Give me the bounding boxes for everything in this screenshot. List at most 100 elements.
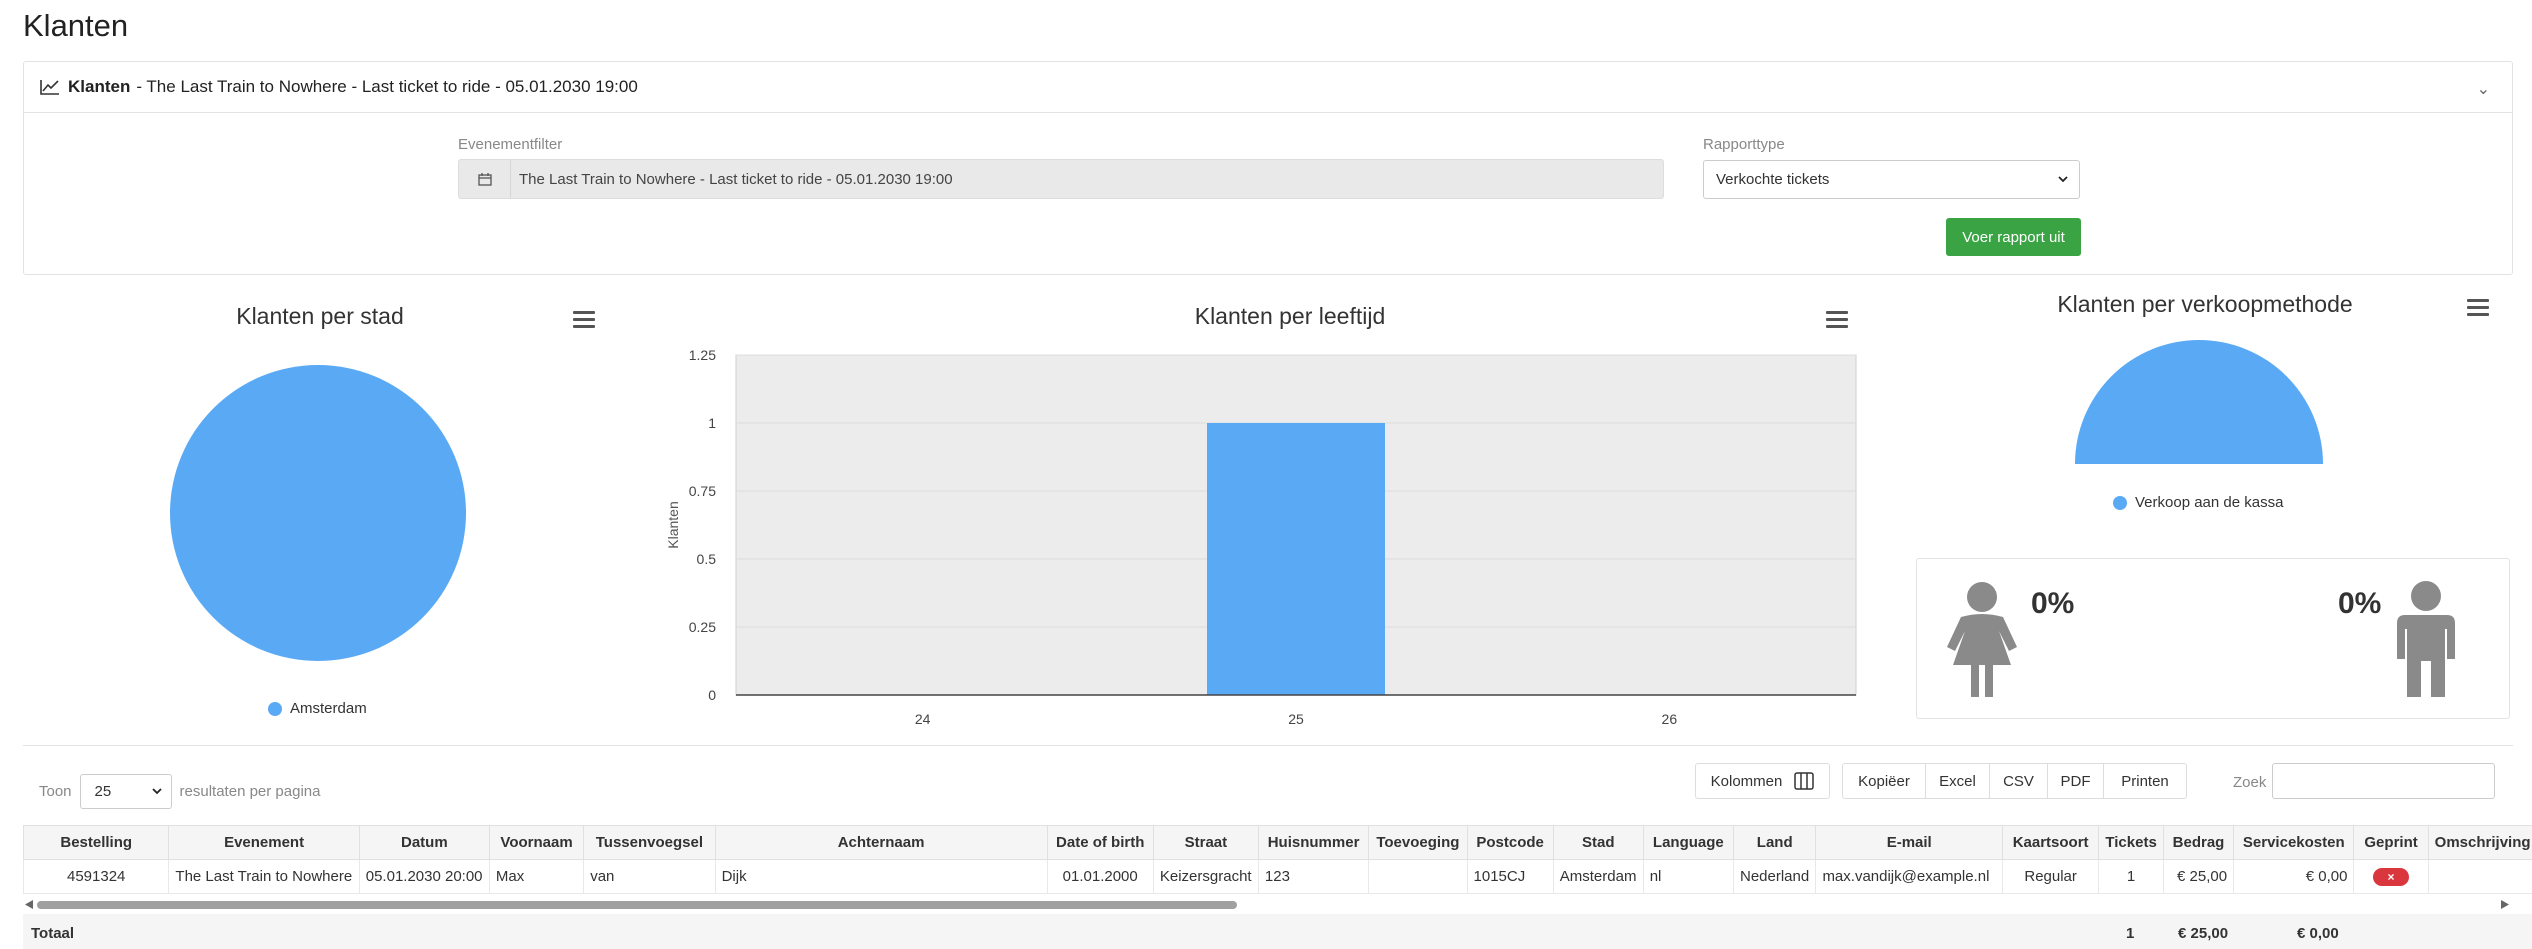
chart-title-sales-method: Klanten per verkoopmethode <box>2057 291 2353 317</box>
totals-row: Totaal 1 € 25,00 € 0,00 <box>23 914 2532 949</box>
x-tick-label: 25 <box>1288 711 1304 727</box>
half-pie-slice-kassa <box>2075 340 2323 464</box>
column-header[interactable]: Geprint <box>2353 825 2429 860</box>
column-header[interactable]: Straat <box>1152 825 1259 860</box>
cell-amount: € 25,00 <box>2162 859 2235 894</box>
column-header[interactable]: Huisnummer <box>1257 825 1370 860</box>
column-header[interactable]: E-mail <box>1815 825 2003 860</box>
sales-method-chart <box>2075 340 2323 464</box>
cell-street: Keizersgracht <box>1152 859 1259 894</box>
cell-printed: × <box>2353 859 2429 894</box>
chart-menu-icon[interactable] <box>1826 311 1848 329</box>
totals-service: € 0,00 <box>2297 925 2339 942</box>
excel-button[interactable]: Excel <box>1925 763 1990 799</box>
cell-first-name: Max <box>488 859 585 894</box>
column-header[interactable]: Bestelling <box>22 825 170 860</box>
cell-last-name: Dijk <box>714 859 1048 894</box>
female-percentage: 0% <box>2031 587 2075 620</box>
not-printed-badge[interactable]: × <box>2373 867 2410 886</box>
chevron-down-icon <box>2058 176 2068 183</box>
report-type-label: Rapporttype <box>1703 136 1785 153</box>
column-header[interactable]: Bedrag <box>2162 825 2235 860</box>
chevron-down-icon <box>151 788 162 795</box>
legend-dot <box>2113 495 2127 510</box>
pdf-button[interactable]: PDF <box>2047 763 2104 799</box>
event-filter-input[interactable]: The Last Train to Nowhere - Last ticket … <box>458 159 1664 199</box>
bar-25 <box>1207 423 1385 695</box>
y-tick-label: 0 <box>708 687 716 703</box>
female-icon <box>1947 582 2017 697</box>
print-button[interactable]: Printen <box>2103 763 2187 799</box>
run-report-button[interactable]: Voer rapport uit <box>1946 218 2081 256</box>
legend-label: Amsterdam <box>290 700 367 717</box>
copy-button[interactable]: Kopiëer <box>1842 763 1926 799</box>
columns-button[interactable]: Kolommen <box>1695 763 1830 799</box>
y-axis-label: Klanten <box>665 501 681 548</box>
scroll-left-icon[interactable] <box>25 900 33 909</box>
event-filter-label: Evenementfilter <box>458 136 563 153</box>
cell-dob: 01.01.2000 <box>1046 859 1154 894</box>
scroll-right-icon[interactable] <box>2501 900 2509 909</box>
per-page-label: resultaten per pagina <box>179 783 321 800</box>
event-filter-value: The Last Train to Nowhere - Last ticket … <box>519 170 953 188</box>
column-header[interactable]: Tussenvoegsel <box>583 825 716 860</box>
cell-house-number: 123 <box>1257 859 1370 894</box>
column-header[interactable]: Achternaam <box>714 825 1048 860</box>
table-row: 4591324 The Last Train to Nowhere 05.01.… <box>22 859 2532 894</box>
search-label: Zoek <box>2233 774 2267 791</box>
chevron-down-icon[interactable]: ⌄ <box>2477 79 2490 99</box>
report-type-value: Verkochte tickets <box>1716 171 1830 188</box>
column-header[interactable]: Voornaam <box>488 825 585 860</box>
column-header[interactable]: Stad <box>1552 825 1644 860</box>
customers-table-section: Toon 25 resultaten per pagina Kolommen K… <box>22 745 2532 949</box>
legend-item-kassa[interactable]: Verkoop aan de kassa <box>2113 494 2283 511</box>
x-tick-label: 26 <box>1662 711 1678 727</box>
cell-event: The Last Train to Nowhere <box>168 859 360 894</box>
column-header[interactable]: Language <box>1642 825 1734 860</box>
gender-stats-box: 0% 0% <box>1916 558 2510 719</box>
chart-menu-icon[interactable] <box>2467 299 2489 317</box>
y-tick-label: 1 <box>708 415 716 431</box>
column-header[interactable]: Date of birth <box>1046 825 1154 860</box>
column-header[interactable]: Tickets <box>2098 825 2164 860</box>
column-header[interactable]: Land <box>1732 825 1817 860</box>
calendar-icon <box>459 160 511 198</box>
column-header[interactable]: Toevoeging <box>1368 825 1468 860</box>
search-input[interactable] <box>2272 763 2495 799</box>
cell-addition <box>1368 859 1468 894</box>
y-tick-label: 0.75 <box>689 483 716 499</box>
column-header[interactable]: Evenement <box>168 825 360 860</box>
column-header[interactable]: Servicekosten <box>2233 825 2355 860</box>
report-panel-header[interactable]: Klanten - The Last Train to Nowhere - La… <box>24 62 2512 113</box>
page-size-value: 25 <box>94 783 112 800</box>
chart-menu-icon[interactable] <box>573 311 595 329</box>
page-size-select[interactable]: 25 <box>79 774 172 809</box>
cell-service-cost: € 0,00 <box>2233 859 2355 894</box>
y-tick-label: 1.25 <box>689 347 716 363</box>
legend-item-amsterdam[interactable]: Amsterdam <box>268 700 367 717</box>
column-header[interactable]: Postcode <box>1466 825 1554 860</box>
page-size-control: Toon 25 resultaten per pagina <box>39 774 320 809</box>
horizontal-scrollbar[interactable] <box>23 898 2513 910</box>
cell-order: 4591324 <box>22 859 170 894</box>
csv-button[interactable]: CSV <box>1989 763 2048 799</box>
age-bar-chart: 0 0.25 0.5 0.75 1 1.25 Klanten 24 25 26 <box>665 347 1857 727</box>
x-tick-label: 24 <box>915 711 931 727</box>
panel-subtitle: - The Last Train to Nowhere - Last ticke… <box>136 77 638 96</box>
column-header[interactable]: Omschrijving <box>2427 825 2532 860</box>
column-header[interactable]: Kaartsoort <box>2001 825 2100 860</box>
columns-icon <box>1794 772 1815 790</box>
column-header[interactable]: Datum <box>358 825 490 860</box>
scrollbar-thumb[interactable] <box>37 901 1237 909</box>
chart-title-city: Klanten per stad <box>236 303 404 329</box>
legend-dot <box>268 701 282 716</box>
report-type-select[interactable]: Verkochte tickets <box>1703 160 2080 199</box>
cell-postcode: 1015CJ <box>1466 859 1554 894</box>
report-panel: Klanten - The Last Train to Nowhere - La… <box>23 61 2513 275</box>
columns-button-label: Kolommen <box>1710 772 1783 790</box>
page-title: Klanten <box>23 8 129 43</box>
panel-title: Klanten <box>68 77 131 96</box>
y-tick-label: 0.5 <box>697 551 717 567</box>
legend-label: Verkoop aan de kassa <box>2135 494 2284 511</box>
table-header-row: Bestelling Evenement Datum Voornaam Tuss… <box>22 825 2532 860</box>
